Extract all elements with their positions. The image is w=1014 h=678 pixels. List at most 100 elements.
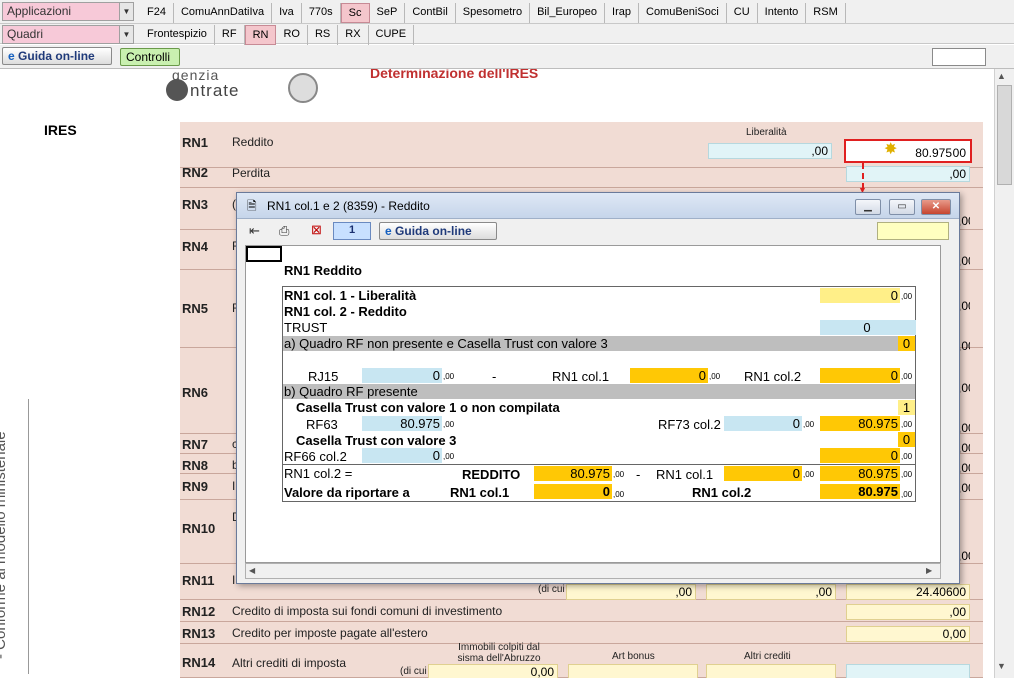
a-rn1col1-cell: 0 <box>630 368 708 383</box>
rn14-col3-field[interactable] <box>706 664 836 678</box>
dec: ,00 <box>901 490 913 499</box>
dialog-heading: RN1 Reddito <box>284 263 362 278</box>
section-a-flag: 0 <box>902 336 911 351</box>
print-icon[interactable]: ⎙ <box>279 223 289 239</box>
controlli-button[interactable]: Controlli <box>120 48 180 66</box>
rn9-code: RN9 <box>182 479 209 494</box>
dialog-page-box[interactable]: 1 <box>333 222 371 240</box>
rn14-col1-field[interactable]: 0,00 <box>428 664 558 678</box>
dialog-titlebar[interactable]: 🗎 RN1 col.1 e 2 (8359) - Reddito ▁ ▭ ✕ <box>237 193 959 219</box>
minimize-button[interactable]: ▁ <box>855 199 881 215</box>
rn11-total-value: 24.406 <box>915 585 953 599</box>
rn2-code: RN2 <box>182 165 209 180</box>
tab-sc[interactable]: Sc <box>340 3 370 23</box>
tab-f24[interactable]: F24 <box>140 3 174 23</box>
scroll-left-icon[interactable]: ◀ <box>249 566 255 575</box>
rn14-col1-value: 0,00 <box>530 665 554 678</box>
rf66-value: 0 <box>432 448 440 463</box>
dialog-toolbar: ⇤ ⎙ ⊠ 1 e Guida on-line <box>237 219 959 243</box>
tab-rsm[interactable]: RSM <box>806 3 846 23</box>
page-title: Determinazione dell'IRES <box>370 69 539 81</box>
rn13-field[interactable]: 0,00 <box>846 626 970 642</box>
tab-rs[interactable]: RS <box>308 25 339 45</box>
rn14-col2-field[interactable] <box>568 664 698 678</box>
tab-comuanndatiiva[interactable]: ComuAnnDatiIva <box>174 3 273 23</box>
tab-intento[interactable]: Intento <box>758 3 807 23</box>
rn12-field[interactable]: ,00 <box>846 604 970 620</box>
dialog-horizontal-scrollbar[interactable]: ◀ ▶ <box>245 563 941 579</box>
applications-bar: Applicazioni ▼ F24 ComuAnnDatiIva Iva 770s S… <box>0 0 1014 24</box>
dec: ,00 <box>901 452 913 461</box>
dec: ,00 <box>613 490 625 499</box>
rn14-label: Altri crediti di imposta <box>232 656 347 670</box>
tab-cu[interactable]: CU <box>727 3 758 23</box>
final-col2-label: RN1 col.2 <box>692 485 752 500</box>
close-button[interactable]: ✕ <box>921 199 951 215</box>
tab-iva[interactable]: Iva <box>272 3 302 23</box>
dec: ,00 <box>901 292 913 301</box>
tab-comubenisoci[interactable]: ComuBeniSoci <box>639 3 727 23</box>
dialog-page-number: 1 <box>348 224 356 236</box>
exit-icon[interactable]: ⇤ <box>249 223 260 239</box>
tab-rf[interactable]: RF <box>215 25 245 45</box>
tab-sep[interactable]: SeP <box>370 3 406 23</box>
rn13-value: 0,00 <box>942 627 966 641</box>
rn2-field[interactable]: ,00 <box>846 166 970 182</box>
trust3-flag-cell: 0 <box>898 432 915 447</box>
a-rn1col2-value: 0 <box>890 368 898 383</box>
rf63-cell: 80.975 <box>362 416 442 431</box>
rn1col2-eq-label: RN1 col.2 = <box>284 466 353 481</box>
dialog-guida-button[interactable]: e Guida on-line <box>379 222 497 240</box>
rn2-value: ,00 <box>949 167 966 181</box>
rf63-label: RF63 <box>306 417 338 432</box>
cursor-sparkle-icon: ✸ <box>884 141 898 158</box>
rn1-col1-field[interactable]: ,00 <box>708 143 832 159</box>
rn11-col2-value: ,00 <box>815 585 832 599</box>
dec: ,00 <box>709 372 721 381</box>
rn11-col1-field[interactable]: ,00 <box>566 584 696 600</box>
zoom-field[interactable] <box>932 48 986 66</box>
trust13-flag: 1 <box>902 400 911 415</box>
dialog-info-box[interactable] <box>877 222 949 240</box>
rn1-code: RN1 <box>182 135 209 150</box>
guida-online-button[interactable]: e Guida on-line <box>2 47 112 65</box>
tab-bil-europeo[interactable]: Bil_Europeo <box>530 3 606 23</box>
scroll-right-icon[interactable]: ▶ <box>926 566 932 575</box>
quadri-dropdown[interactable]: Quadri ▼ <box>2 25 134 44</box>
rn11-di-cui: (di cui <box>538 584 565 595</box>
tab-rx[interactable]: RX <box>338 25 369 45</box>
tab-770s[interactable]: 770s <box>302 3 341 23</box>
scroll-down-icon[interactable]: ▼ <box>997 661 1006 671</box>
trust-value: 0 <box>863 320 871 335</box>
dialog-title: RN1 col.1 e 2 (8359) - Reddito <box>267 199 430 213</box>
chevron-down-icon[interactable]: ▼ <box>119 26 133 43</box>
rn2-label: Perdita <box>232 166 271 180</box>
applicazioni-dropdown[interactable]: Applicazioni ▼ <box>2 2 134 21</box>
trust3-flag: 0 <box>902 432 911 447</box>
dec: ,00 <box>901 372 913 381</box>
rn11-total-field[interactable]: 24.40600 <box>846 584 970 600</box>
tab-irap[interactable]: Irap <box>605 3 639 23</box>
scroll-up-icon[interactable]: ▲ <box>997 71 1006 81</box>
rn14-col4-field[interactable] <box>846 664 970 678</box>
col1-label: RN1 col. 1 - Liberalità <box>284 288 417 303</box>
tab-frontespizio[interactable]: Frontespizio <box>140 25 215 45</box>
tab-ro[interactable]: RO <box>276 25 308 45</box>
maximize-button[interactable]: ▭ <box>889 199 915 215</box>
delete-icon[interactable]: ⊠ <box>311 222 322 238</box>
final-col2-cell: 80.975 <box>820 484 900 499</box>
tab-contbil[interactable]: ContBil <box>405 3 456 23</box>
tab-rn[interactable]: RN <box>244 25 277 45</box>
tab-cupe[interactable]: CUPE <box>369 25 415 45</box>
rf66-label: RF66 col.2 <box>284 449 347 464</box>
rn11-col1-value: ,00 <box>675 585 692 599</box>
main-vertical-scrollbar[interactable]: ▲ ▼ <box>994 69 1014 678</box>
scroll-thumb[interactable] <box>997 85 1012 185</box>
rn4-code: RN4 <box>182 239 209 254</box>
chevron-down-icon[interactable]: ▼ <box>119 3 133 20</box>
tab-spesometro[interactable]: Spesometro <box>456 3 531 23</box>
rn8-code: RN8 <box>182 458 209 473</box>
rn1-col2-field[interactable]: ✸ 80.975 00 <box>844 139 972 163</box>
rn14-col3-header: Altri crediti <box>744 651 791 662</box>
rn11-col2-field[interactable]: ,00 <box>706 584 836 600</box>
